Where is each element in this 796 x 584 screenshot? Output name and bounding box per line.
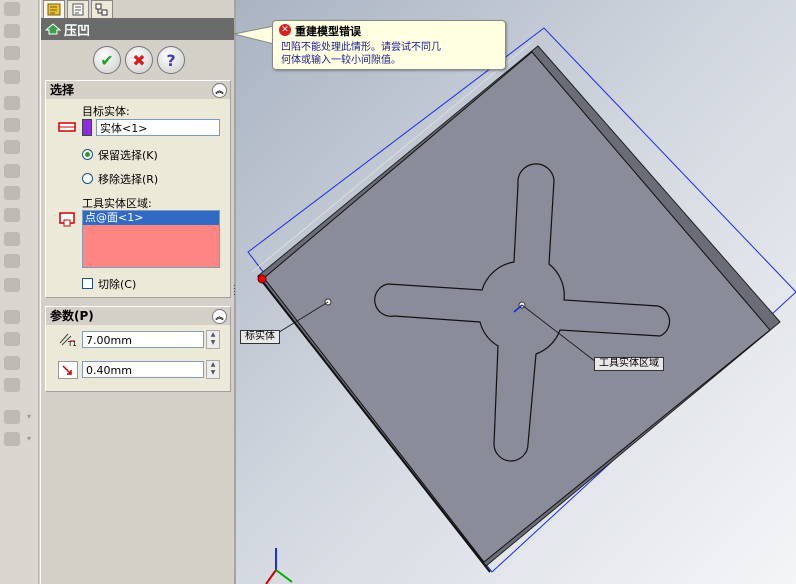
left-feature-toolbar: ▾ ▾ bbox=[0, 0, 39, 584]
remove-selection-radio[interactable] bbox=[82, 173, 93, 184]
target-body-callout[interactable]: 标实体 bbox=[240, 330, 280, 344]
toolbar-icon[interactable] bbox=[4, 118, 20, 132]
target-body-label: 目标实体: bbox=[82, 105, 130, 118]
toolbar-icon[interactable] bbox=[4, 208, 20, 222]
thickness-spinner[interactable]: ▲ ▼ bbox=[206, 330, 220, 349]
panel-title-bar: 压凹 bbox=[41, 18, 235, 40]
keep-selection-radio[interactable] bbox=[82, 149, 93, 160]
rebuild-error-tooltip[interactable]: ✕ 重建模型错误 凹陷不能处理此情形。请尝试不同几 何体或输入一较小间隙值。 bbox=[272, 20, 506, 70]
selection-group-header[interactable]: 选择 ︽ bbox=[46, 81, 230, 99]
collapse-icon[interactable]: ︽ bbox=[212, 309, 227, 324]
cut-checkbox[interactable] bbox=[82, 278, 93, 289]
toolbar-icon[interactable] bbox=[4, 140, 20, 154]
configuration-manager-tab[interactable] bbox=[91, 0, 113, 18]
remove-selection-label: 移除选择(R) bbox=[98, 173, 159, 186]
toolbar-icon[interactable] bbox=[4, 332, 20, 346]
toolbar-icon[interactable] bbox=[4, 24, 20, 38]
toolbar-icon[interactable] bbox=[4, 254, 20, 268]
tooltip-title: 重建模型错误 bbox=[295, 25, 361, 38]
ok-button[interactable]: ✔ bbox=[93, 46, 121, 74]
property-manager-tab[interactable] bbox=[67, 0, 89, 18]
toolbar-icon[interactable] bbox=[4, 310, 20, 324]
tool-region-icon bbox=[58, 211, 76, 227]
collapse-icon[interactable]: ︽ bbox=[212, 83, 227, 98]
property-icon bbox=[72, 3, 84, 16]
parameters-group: 参数(P) ︽ T1 7.00mm ▲ ▼ 0.40mm ▲ ▼ bbox=[45, 306, 231, 392]
toolbar-icon[interactable] bbox=[4, 164, 20, 178]
clearance-icon[interactable] bbox=[58, 361, 78, 379]
toolbar-icon[interactable] bbox=[4, 46, 20, 60]
configuration-icon bbox=[95, 3, 108, 16]
parameters-header-label: 参数(P) bbox=[50, 309, 94, 323]
panel-tabs bbox=[41, 0, 235, 18]
tool-region-list[interactable]: 点@面<1> bbox=[82, 210, 220, 268]
keep-selection-label: 保留选择(K) bbox=[98, 149, 158, 162]
chevron-down-icon[interactable]: ▾ bbox=[27, 412, 31, 421]
toolbar-icon[interactable] bbox=[4, 232, 20, 246]
feature-tree-icon bbox=[47, 3, 61, 16]
indent-feature-icon bbox=[45, 23, 61, 35]
tooltip-message-line2: 何体或输入一较小间隙值。 bbox=[281, 55, 401, 66]
error-icon: ✕ bbox=[279, 24, 291, 36]
panel-title: 压凹 bbox=[64, 23, 91, 39]
selection-group: 选择 ︽ 目标实体: 实体<1> 保留选择(K) 移除选择(R) 工具实体区域:… bbox=[45, 80, 231, 298]
target-body-field[interactable]: 实体<1> bbox=[96, 119, 220, 136]
clearance-spinner[interactable]: ▲ ▼ bbox=[206, 360, 220, 379]
parameters-group-header[interactable]: 参数(P) ︽ bbox=[46, 307, 230, 325]
selection-header-label: 选择 bbox=[50, 83, 75, 97]
feature-manager-tab[interactable] bbox=[43, 0, 65, 18]
action-buttons: ✔ ✖ ? bbox=[41, 44, 235, 76]
help-button[interactable]: ? bbox=[157, 46, 185, 74]
tool-region-callout[interactable]: 工具实体区域 bbox=[594, 357, 664, 371]
toolbar-icon[interactable] bbox=[4, 432, 20, 446]
toolbar-icon[interactable] bbox=[4, 410, 20, 424]
chevron-down-icon[interactable]: ▾ bbox=[27, 434, 31, 443]
toolbar-icon[interactable] bbox=[4, 356, 20, 370]
svg-text:T1: T1 bbox=[67, 340, 76, 347]
graphics-area[interactable]: 标实体 工具实体区域 bbox=[236, 0, 796, 584]
toolbar-icon[interactable] bbox=[4, 278, 20, 292]
cut-label: 切除(C) bbox=[98, 278, 137, 291]
model-view bbox=[236, 0, 796, 584]
target-body-icon bbox=[58, 119, 76, 135]
target-color-swatch bbox=[82, 119, 92, 136]
thickness-icon: T1 bbox=[58, 331, 76, 347]
toolbar-icon[interactable] bbox=[4, 378, 20, 392]
selected-vertex[interactable] bbox=[257, 274, 267, 284]
tool-region-label: 工具实体区域: bbox=[82, 197, 152, 210]
toolbar-icon[interactable] bbox=[4, 70, 20, 84]
toolbar-icon[interactable] bbox=[4, 2, 20, 16]
clearance-input[interactable]: 0.40mm bbox=[82, 361, 204, 378]
toolbar-icon[interactable] bbox=[4, 96, 20, 110]
toolbar-icon[interactable] bbox=[4, 186, 20, 200]
cancel-button[interactable]: ✖ bbox=[125, 46, 153, 74]
property-manager-panel: 压凹 ✔ ✖ ? 选择 ︽ 目标实体: 实体<1> 保留选择(K) 移除选择(R… bbox=[40, 0, 235, 584]
tool-region-item[interactable]: 点@面<1> bbox=[83, 211, 219, 225]
thickness-input[interactable]: 7.00mm bbox=[82, 331, 204, 348]
